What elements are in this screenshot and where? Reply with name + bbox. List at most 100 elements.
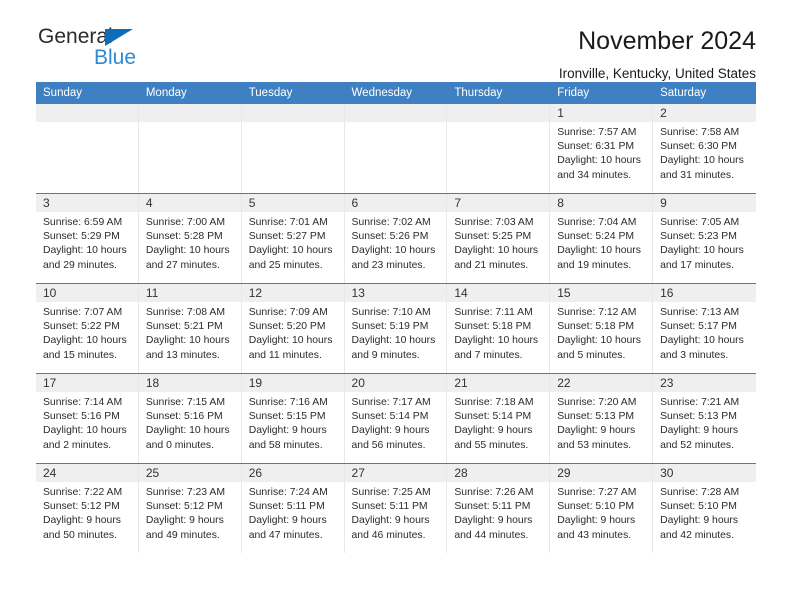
day-cell-26[interactable]: 26 Sunrise: 7:24 AM Sunset: 5:11 PM Dayligh… — [241, 464, 345, 553]
day-number: 10 — [36, 284, 138, 302]
sun-info: Sunrise: 7:15 AM Sunset: 5:16 PM Daylight:… — [139, 392, 241, 453]
sun-info: Sunrise: 7:28 AM Sunset: 5:10 PM Daylight:… — [653, 482, 756, 543]
sun-info: Sunrise: 7:21 AM Sunset: 5:13 PM Daylight:… — [653, 392, 756, 453]
day-cell-10[interactable]: 10 Sunrise: 7:07 AM Sunset: 5:22 PM Dayligh… — [36, 284, 139, 373]
daylight-duration-line1: Daylight: 10 hours — [557, 155, 641, 167]
day-cell-19[interactable]: 19 Sunrise: 7:16 AM Sunset: 5:15 PM Dayligh… — [241, 374, 345, 463]
day-cell-11[interactable]: 11 Sunrise: 7:08 AM Sunset: 5:21 PM Dayligh… — [138, 284, 242, 373]
calendar-cell: 21 Sunrise: 7:18 AM Sunset: 5:14 PM Dayligh… — [447, 373, 551, 464]
day-cell-27[interactable]: 27 Sunrise: 7:25 AM Sunset: 5:11 PM Dayligh… — [344, 464, 448, 553]
calendar-cell: 27 Sunrise: 7:25 AM Sunset: 5:11 PM Dayligh… — [344, 463, 448, 553]
daylight-duration-line2: and 47 minutes. — [248, 529, 323, 541]
day-cell-17[interactable]: 17 Sunrise: 7:14 AM Sunset: 5:16 PM Dayligh… — [36, 374, 139, 463]
calendar-cell: 10 Sunrise: 7:07 AM Sunset: 5:22 PM Dayligh… — [36, 283, 139, 374]
weekday-header-saturday: Saturday — [653, 82, 756, 104]
sunset-time: Sunset: 5:13 PM — [660, 411, 737, 423]
general-blue-logo[interactable]: General Blue — [36, 26, 158, 76]
daylight-duration-line1: Daylight: 9 hours — [351, 515, 430, 527]
calendar-cell: 26 Sunrise: 7:24 AM Sunset: 5:11 PM Dayligh… — [241, 463, 345, 553]
day-cell-4[interactable]: 4 Sunrise: 7:00 AM Sunset: 5:28 PM Daylight… — [138, 194, 242, 283]
daylight-duration-line2: and 55 minutes. — [454, 439, 529, 451]
day-number — [447, 104, 550, 122]
sunset-time: Sunset: 5:22 PM — [43, 321, 120, 333]
weekday-header-tuesday: Tuesday — [241, 82, 345, 104]
day-cell-12[interactable]: 12 Sunrise: 7:09 AM Sunset: 5:20 PM Dayligh… — [241, 284, 345, 373]
calendar-cell: 29 Sunrise: 7:27 AM Sunset: 5:10 PM Dayligh… — [550, 463, 654, 553]
daylight-duration-line2: and 58 minutes. — [248, 439, 323, 451]
day-cell-2[interactable]: 2 Sunrise: 7:58 AM Sunset: 6:30 PM Daylight… — [653, 104, 756, 193]
day-cell-18[interactable]: 18 Sunrise: 7:15 AM Sunset: 5:16 PM Dayligh… — [138, 374, 242, 463]
sunset-time: Sunset: 5:15 PM — [248, 411, 326, 423]
day-cell-20[interactable]: 20 Sunrise: 7:17 AM Sunset: 5:14 PM Dayligh… — [344, 374, 448, 463]
weekday-header-friday: Friday — [550, 82, 654, 104]
day-cell-23[interactable]: 23 Sunrise: 7:21 AM Sunset: 5:13 PM Dayligh… — [653, 374, 756, 463]
day-number: 14 — [447, 284, 550, 302]
day-cell-22[interactable]: 22 Sunrise: 7:20 AM Sunset: 5:13 PM Dayligh… — [550, 374, 654, 463]
sunrise-time: Sunrise: 7:08 AM — [145, 307, 225, 318]
weekday-header-monday: Monday — [138, 82, 242, 104]
daylight-duration-line2: and 43 minutes. — [557, 529, 632, 541]
sunset-time: Sunset: 5:16 PM — [43, 411, 120, 423]
sun-info: Sunrise: 7:26 AM Sunset: 5:11 PM Daylight:… — [447, 482, 549, 543]
day-number: 24 — [36, 464, 138, 482]
day-cell-8[interactable]: 8 Sunrise: 7:04 AM Sunset: 5:24 PM Daylight… — [550, 194, 654, 283]
day-cell-24[interactable]: 24 Sunrise: 7:22 AM Sunset: 5:12 PM Dayligh… — [36, 464, 139, 553]
day-cell-empty — [447, 104, 551, 193]
calendar-cell: 2 Sunrise: 7:58 AM Sunset: 6:30 PM Daylight… — [653, 104, 756, 194]
day-number: 27 — [344, 464, 447, 482]
sun-info: Sunrise: 7:18 AM Sunset: 5:14 PM Daylight:… — [447, 392, 549, 453]
day-cell-29[interactable]: 29 Sunrise: 7:27 AM Sunset: 5:10 PM Dayligh… — [550, 464, 654, 553]
sun-info: Sunrise: 7:16 AM Sunset: 5:15 PM Daylight:… — [242, 392, 344, 453]
sunset-time: Sunset: 5:24 PM — [557, 231, 635, 243]
calendar-cell: 25 Sunrise: 7:23 AM Sunset: 5:12 PM Dayligh… — [138, 463, 242, 553]
sun-info: Sunrise: 7:14 AM Sunset: 5:16 PM Daylight:… — [36, 392, 138, 453]
day-cell-21[interactable]: 21 Sunrise: 7:18 AM Sunset: 5:14 PM Dayligh… — [447, 374, 551, 463]
calendar-body: 1 Sunrise: 7:57 AM Sunset: 6:31 PM Daylight… — [36, 104, 756, 553]
daylight-duration-line1: Daylight: 10 hours — [351, 245, 436, 257]
sun-info: Sunrise: 7:57 AM Sunset: 6:31 PM Daylight:… — [550, 122, 652, 183]
sunset-time: Sunset: 5:11 PM — [454, 501, 531, 513]
sunrise-time: Sunrise: 7:02 AM — [351, 217, 431, 228]
day-cell-16[interactable]: 16 Sunrise: 7:13 AM Sunset: 5:17 PM Dayligh… — [653, 284, 756, 373]
day-cell-28[interactable]: 28 Sunrise: 7:26 AM Sunset: 5:11 PM Dayligh… — [447, 464, 551, 553]
sunrise-time: Sunrise: 7:11 AM — [454, 307, 533, 318]
sun-info: Sunrise: 7:11 AM Sunset: 5:18 PM Daylight:… — [447, 302, 549, 363]
sunrise-time: Sunrise: 7:00 AM — [145, 217, 225, 228]
sunset-time: Sunset: 5:26 PM — [351, 231, 429, 243]
calendar-cell: 7 Sunrise: 7:03 AM Sunset: 5:25 PM Daylight… — [447, 193, 551, 284]
sun-info: Sunrise: 7:03 AM Sunset: 5:25 PM Daylight:… — [447, 212, 549, 273]
sunset-time: Sunset: 5:18 PM — [557, 321, 635, 333]
sunrise-time: Sunrise: 7:20 AM — [557, 397, 637, 408]
sunset-time: Sunset: 5:19 PM — [351, 321, 429, 333]
day-cell-9[interactable]: 9 Sunrise: 7:05 AM Sunset: 5:23 PM Daylight… — [653, 194, 756, 283]
day-cell-14[interactable]: 14 Sunrise: 7:11 AM Sunset: 5:18 PM Dayligh… — [447, 284, 551, 373]
daylight-duration-line1: Daylight: 9 hours — [351, 425, 430, 437]
sunrise-time: Sunrise: 7:01 AM — [248, 217, 328, 228]
day-cell-6[interactable]: 6 Sunrise: 7:02 AM Sunset: 5:26 PM Daylight… — [344, 194, 448, 283]
logo-triangle-icon — [105, 29, 133, 46]
daylight-duration-line1: Daylight: 10 hours — [43, 245, 127, 257]
day-cell-1[interactable]: 1 Sunrise: 7:57 AM Sunset: 6:31 PM Daylight… — [550, 104, 654, 193]
day-cell-13[interactable]: 13 Sunrise: 7:10 AM Sunset: 5:19 PM Dayligh… — [344, 284, 448, 373]
day-cell-5[interactable]: 5 Sunrise: 7:01 AM Sunset: 5:27 PM Daylight… — [241, 194, 345, 283]
day-cell-30[interactable]: 30 Sunrise: 7:28 AM Sunset: 5:10 PM Dayligh… — [653, 464, 756, 553]
calendar-week-row: 17 Sunrise: 7:14 AM Sunset: 5:16 PM Dayligh… — [36, 373, 756, 464]
calendar-cell — [36, 104, 139, 194]
day-number: 5 — [241, 194, 344, 212]
daylight-duration-line2: and 3 minutes. — [660, 349, 729, 361]
sunset-time: Sunset: 5:29 PM — [43, 231, 120, 243]
weekday-header-row: Sunday Monday Tuesday Wednesday Thursday Frid… — [36, 82, 756, 104]
sunset-time: Sunset: 5:14 PM — [351, 411, 429, 423]
calendar-cell: 16 Sunrise: 7:13 AM Sunset: 5:17 PM Dayligh… — [653, 283, 756, 374]
sunset-time: Sunset: 5:10 PM — [557, 501, 635, 513]
day-cell-15[interactable]: 15 Sunrise: 7:12 AM Sunset: 5:18 PM Dayligh… — [550, 284, 654, 373]
day-cell-3[interactable]: 3 Sunrise: 6:59 AM Sunset: 5:29 PM Daylight… — [36, 194, 139, 283]
sun-info: Sunrise: 7:24 AM Sunset: 5:11 PM Daylight:… — [242, 482, 344, 543]
sunset-time: Sunset: 5:25 PM — [454, 231, 532, 243]
calendar-head: Sunday Monday Tuesday Wednesday Thursday Frid… — [36, 82, 756, 104]
day-cell-25[interactable]: 25 Sunrise: 7:23 AM Sunset: 5:12 PM Dayligh… — [138, 464, 242, 553]
sun-info: Sunrise: 7:25 AM Sunset: 5:11 PM Daylight:… — [345, 482, 447, 543]
day-number: 11 — [138, 284, 241, 302]
day-cell-7[interactable]: 7 Sunrise: 7:03 AM Sunset: 5:25 PM Daylight… — [447, 194, 551, 283]
daylight-duration-line1: Daylight: 10 hours — [660, 245, 744, 257]
